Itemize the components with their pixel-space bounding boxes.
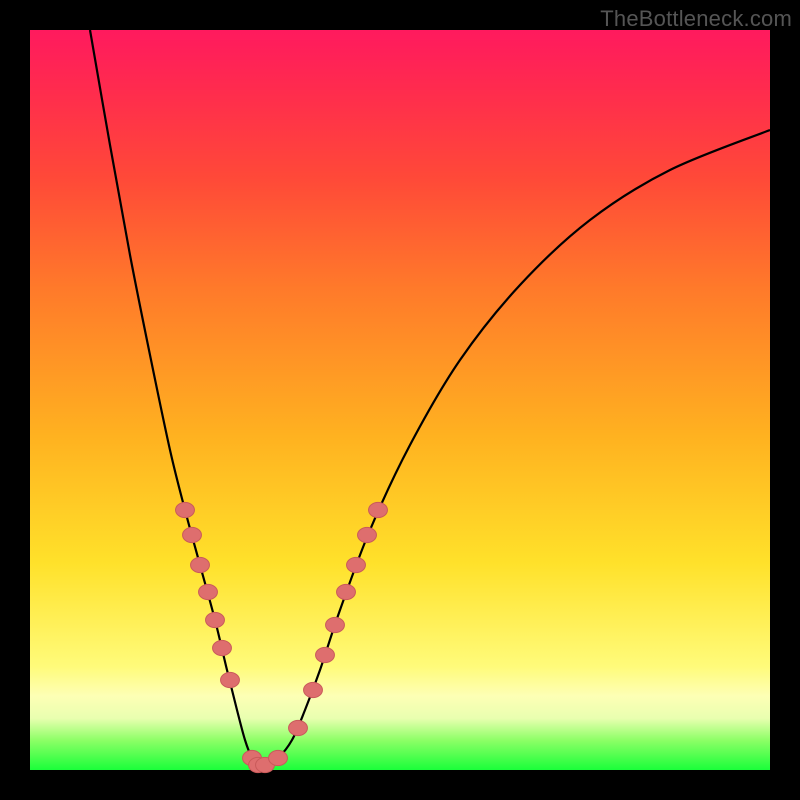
marker-dot [183, 527, 202, 542]
watermark-text: TheBottleneck.com [600, 6, 792, 32]
marker-dot [176, 502, 195, 517]
marker-dot [289, 720, 308, 735]
chart-frame [30, 30, 770, 770]
marker-group [176, 502, 388, 772]
marker-dot [206, 612, 225, 627]
marker-dot [213, 640, 232, 655]
marker-dot [191, 557, 210, 572]
marker-dot [269, 750, 288, 765]
marker-dot [358, 527, 377, 542]
curve-path [90, 30, 770, 766]
marker-dot [347, 557, 366, 572]
marker-dot [199, 584, 218, 599]
marker-dot [316, 647, 335, 662]
marker-dot [369, 502, 388, 517]
marker-dot [304, 682, 323, 697]
marker-dot [221, 672, 240, 687]
marker-dot [337, 584, 356, 599]
chart-svg [30, 30, 770, 770]
marker-dot [326, 617, 345, 632]
